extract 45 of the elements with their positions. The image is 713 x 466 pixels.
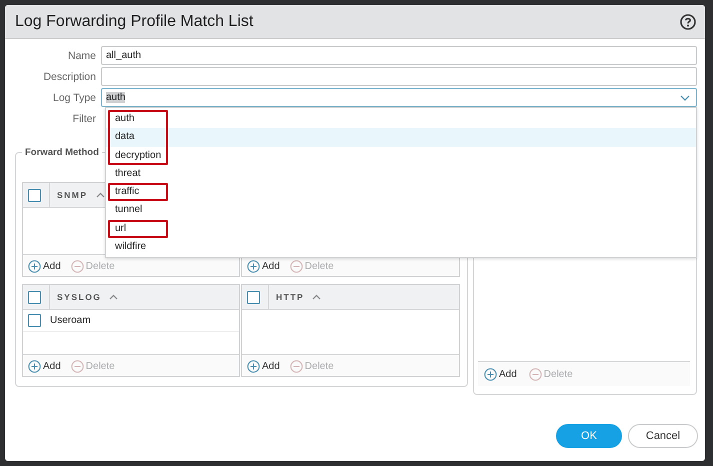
field-label: Description [42,70,97,82]
sort-caret-icon[interactable] [312,294,322,300]
add-button[interactable]: Add [28,260,61,273]
dropdown-option[interactable]: threat [106,164,696,184]
input-field[interactable]: all_auth [101,46,697,65]
minus-circle-icon [290,260,303,273]
group-legend: Forward Method [22,147,102,158]
cancel-button[interactable]: Cancel [628,424,698,448]
sort-caret-icon[interactable] [109,294,118,300]
dropdown-option[interactable]: auth [106,110,696,128]
chevron-down-icon [680,94,690,100]
plus-circle-icon [247,260,260,273]
dropdown-option[interactable]: data [106,128,696,147]
column-header[interactable]: HTTP [268,285,304,309]
dropdown-option[interactable]: traffic [106,183,696,202]
field-label: Name [66,50,97,62]
field-label: Log Type [52,92,97,104]
plus-circle-icon [28,360,41,373]
dialog-title: Log Forwarding Profile Match List [15,12,254,30]
checkbox[interactable] [28,314,41,327]
minus-circle-icon [70,260,84,273]
dropdown-option[interactable]: wildfire [106,238,696,256]
log-type-select[interactable]: auth [101,88,697,107]
list-item[interactable]: Useroam [50,315,91,326]
minus-circle-icon [70,360,84,373]
plus-circle-icon [484,368,497,380]
minus-circle-icon [290,360,303,373]
add-button[interactable]: Add [247,360,280,373]
plus-circle-icon [28,260,41,273]
dropdown-option[interactable]: url [106,220,696,238]
sort-caret-icon[interactable] [96,192,105,198]
dropdown-option[interactable]: tunnel [106,201,696,220]
add-button[interactable]: Add [484,368,517,380]
dropdown-option[interactable]: decryption [106,146,696,165]
checkbox[interactable] [247,290,260,304]
checkbox[interactable] [28,188,41,202]
field-label: Filter [72,112,97,124]
column-header[interactable]: SNMP [49,183,88,207]
input-field[interactable] [101,67,697,86]
help-icon[interactable] [680,14,696,30]
plus-circle-icon [247,360,260,373]
add-button[interactable]: Add [247,260,280,273]
minus-circle-icon [528,368,542,380]
add-button[interactable]: Add [28,360,61,373]
checkbox[interactable] [28,290,41,304]
